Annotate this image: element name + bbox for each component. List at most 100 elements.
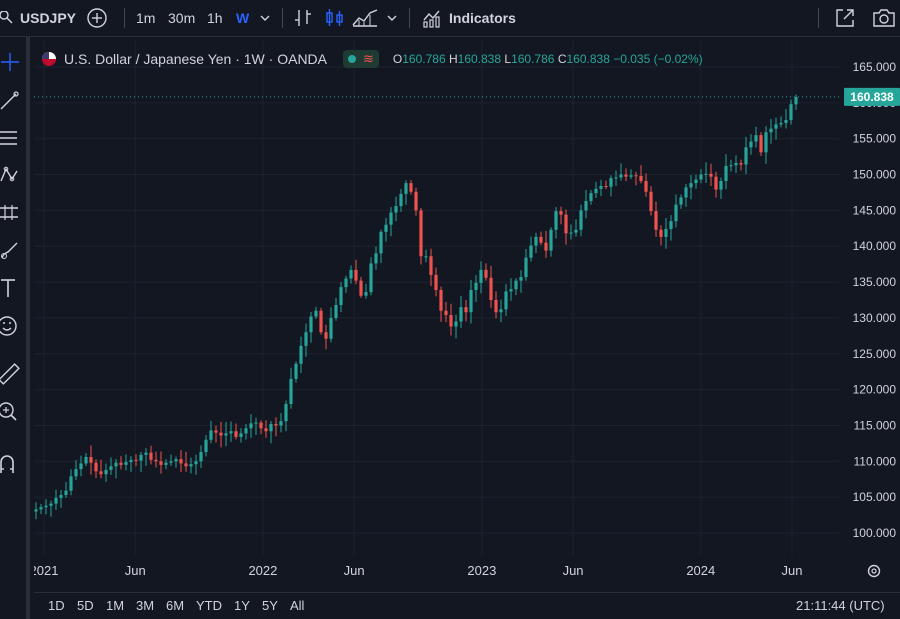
candle-body bbox=[364, 292, 368, 296]
range-all[interactable]: All bbox=[290, 598, 304, 613]
candles-style-button[interactable] bbox=[325, 0, 345, 36]
candle-body bbox=[494, 300, 498, 313]
candle-body bbox=[549, 229, 553, 251]
range-5d[interactable]: 5D bbox=[77, 598, 94, 613]
interval-1m[interactable]: 1m bbox=[136, 0, 155, 36]
time-tick-label: 2023 bbox=[467, 563, 496, 578]
clock[interactable]: 21:11:44 (UTC) bbox=[796, 598, 885, 613]
trend-line-icon[interactable] bbox=[0, 89, 22, 111]
candle-body bbox=[384, 224, 388, 232]
candle-body bbox=[709, 173, 713, 177]
current-price-label: 160.838 bbox=[850, 90, 894, 104]
range-5y[interactable]: 5Y bbox=[262, 598, 278, 613]
brush-icon[interactable] bbox=[0, 239, 22, 261]
indicators-label: Indicators bbox=[449, 10, 516, 26]
candle-body bbox=[619, 174, 623, 178]
candle-body bbox=[729, 165, 733, 167]
range-3m[interactable]: 3M bbox=[136, 598, 154, 613]
candle-body bbox=[414, 191, 418, 211]
high-label: H bbox=[448, 52, 458, 66]
candle-body bbox=[134, 459, 138, 461]
interval-dropdown[interactable] bbox=[259, 0, 271, 36]
emoji-icon[interactable] bbox=[0, 315, 22, 337]
candle-body bbox=[189, 464, 193, 467]
candle-body bbox=[724, 165, 728, 181]
camera-icon bbox=[873, 9, 895, 27]
compare-button[interactable] bbox=[86, 0, 108, 36]
text-icon[interactable] bbox=[0, 277, 22, 299]
separator bbox=[282, 8, 283, 28]
pattern-icon[interactable] bbox=[0, 165, 22, 187]
indicators-button[interactable]: Indicators bbox=[422, 0, 516, 36]
candle-body bbox=[159, 461, 163, 465]
candle-body bbox=[609, 178, 613, 187]
candle-body bbox=[304, 332, 308, 346]
candle-body bbox=[564, 214, 568, 234]
candle-body bbox=[444, 310, 448, 316]
candle-body bbox=[184, 463, 188, 467]
change-value: −0.035 (−0.02%) bbox=[613, 52, 703, 66]
candle-body bbox=[499, 309, 503, 313]
open-external-icon bbox=[836, 9, 854, 27]
candle-body bbox=[629, 175, 633, 177]
range-6m[interactable]: 6M bbox=[166, 598, 184, 613]
range-1m[interactable]: 1M bbox=[106, 598, 124, 613]
crosshair-icon[interactable] bbox=[0, 51, 22, 73]
interval-w[interactable]: W bbox=[236, 0, 249, 36]
candle-body bbox=[399, 193, 403, 207]
candle-body bbox=[789, 104, 793, 121]
candle-body bbox=[359, 280, 363, 296]
candle-body bbox=[214, 430, 218, 433]
candle-body bbox=[454, 321, 458, 327]
interval-1h[interactable]: 1h bbox=[207, 0, 223, 36]
range-1d[interactable]: 1D bbox=[48, 598, 65, 613]
chart-type-dropdown[interactable] bbox=[386, 0, 398, 36]
area-style-button[interactable] bbox=[352, 0, 378, 36]
candle-body bbox=[769, 128, 773, 133]
fullscreen-button[interactable] bbox=[834, 0, 856, 36]
candle-body bbox=[759, 135, 763, 153]
symbol-title[interactable]: U.S. Dollar / Japanese Yen · 1W · OANDA bbox=[64, 51, 327, 67]
candle-body bbox=[164, 462, 168, 465]
price-chart[interactable]: 165.000160.000155.000150.000145.000140.0… bbox=[34, 40, 900, 586]
chevron-down-icon bbox=[260, 15, 270, 21]
candle-body bbox=[99, 471, 103, 475]
market-open-dot-icon bbox=[348, 55, 356, 63]
wave-icon: ≋ bbox=[363, 51, 374, 66]
candle-body bbox=[239, 433, 243, 437]
ruler-icon[interactable] bbox=[0, 363, 22, 385]
forecast-icon[interactable] bbox=[0, 202, 22, 224]
magnet-icon[interactable] bbox=[0, 453, 22, 475]
candle-body bbox=[294, 363, 298, 379]
price-axis[interactable]: 165.000160.000155.000150.000145.000140.0… bbox=[853, 60, 897, 540]
candle-body bbox=[154, 459, 158, 462]
candle-body bbox=[149, 452, 153, 460]
interval-30m[interactable]: 30m bbox=[168, 0, 195, 36]
range-ytd[interactable]: YTD bbox=[196, 598, 222, 613]
candle-body bbox=[279, 421, 283, 426]
separator bbox=[124, 8, 125, 28]
candle-body bbox=[559, 211, 563, 215]
time-axis[interactable]: 2021 Jun 2022 Jun 2023 Jun 2024 Jun bbox=[34, 563, 802, 578]
candle-body bbox=[689, 183, 693, 188]
candle-body bbox=[194, 461, 198, 465]
candles-icon bbox=[326, 9, 343, 26]
settings-button[interactable] bbox=[867, 564, 881, 578]
candle-body bbox=[779, 122, 783, 125]
snapshot-button[interactable] bbox=[872, 0, 896, 36]
zoom-in-icon[interactable] bbox=[0, 401, 22, 423]
candle-body bbox=[654, 211, 658, 230]
market-status[interactable]: ≋ bbox=[343, 50, 379, 68]
flag-icon bbox=[42, 52, 56, 66]
symbol-search[interactable]: USDJPY bbox=[0, 0, 76, 36]
horizontal-lines-icon[interactable] bbox=[0, 127, 22, 149]
candle-body bbox=[649, 191, 653, 212]
bottom-toolbar: 1D 5D 1M 3M 6M YTD 1Y 5Y All 21:11:44 (U… bbox=[34, 592, 900, 619]
candle-body bbox=[734, 163, 738, 166]
bars-style-button[interactable] bbox=[294, 0, 312, 36]
candle-body bbox=[129, 459, 133, 463]
candle-body bbox=[479, 269, 483, 283]
range-1y[interactable]: 1Y bbox=[234, 598, 250, 613]
candle-body bbox=[519, 277, 523, 281]
candle-body bbox=[664, 229, 668, 237]
